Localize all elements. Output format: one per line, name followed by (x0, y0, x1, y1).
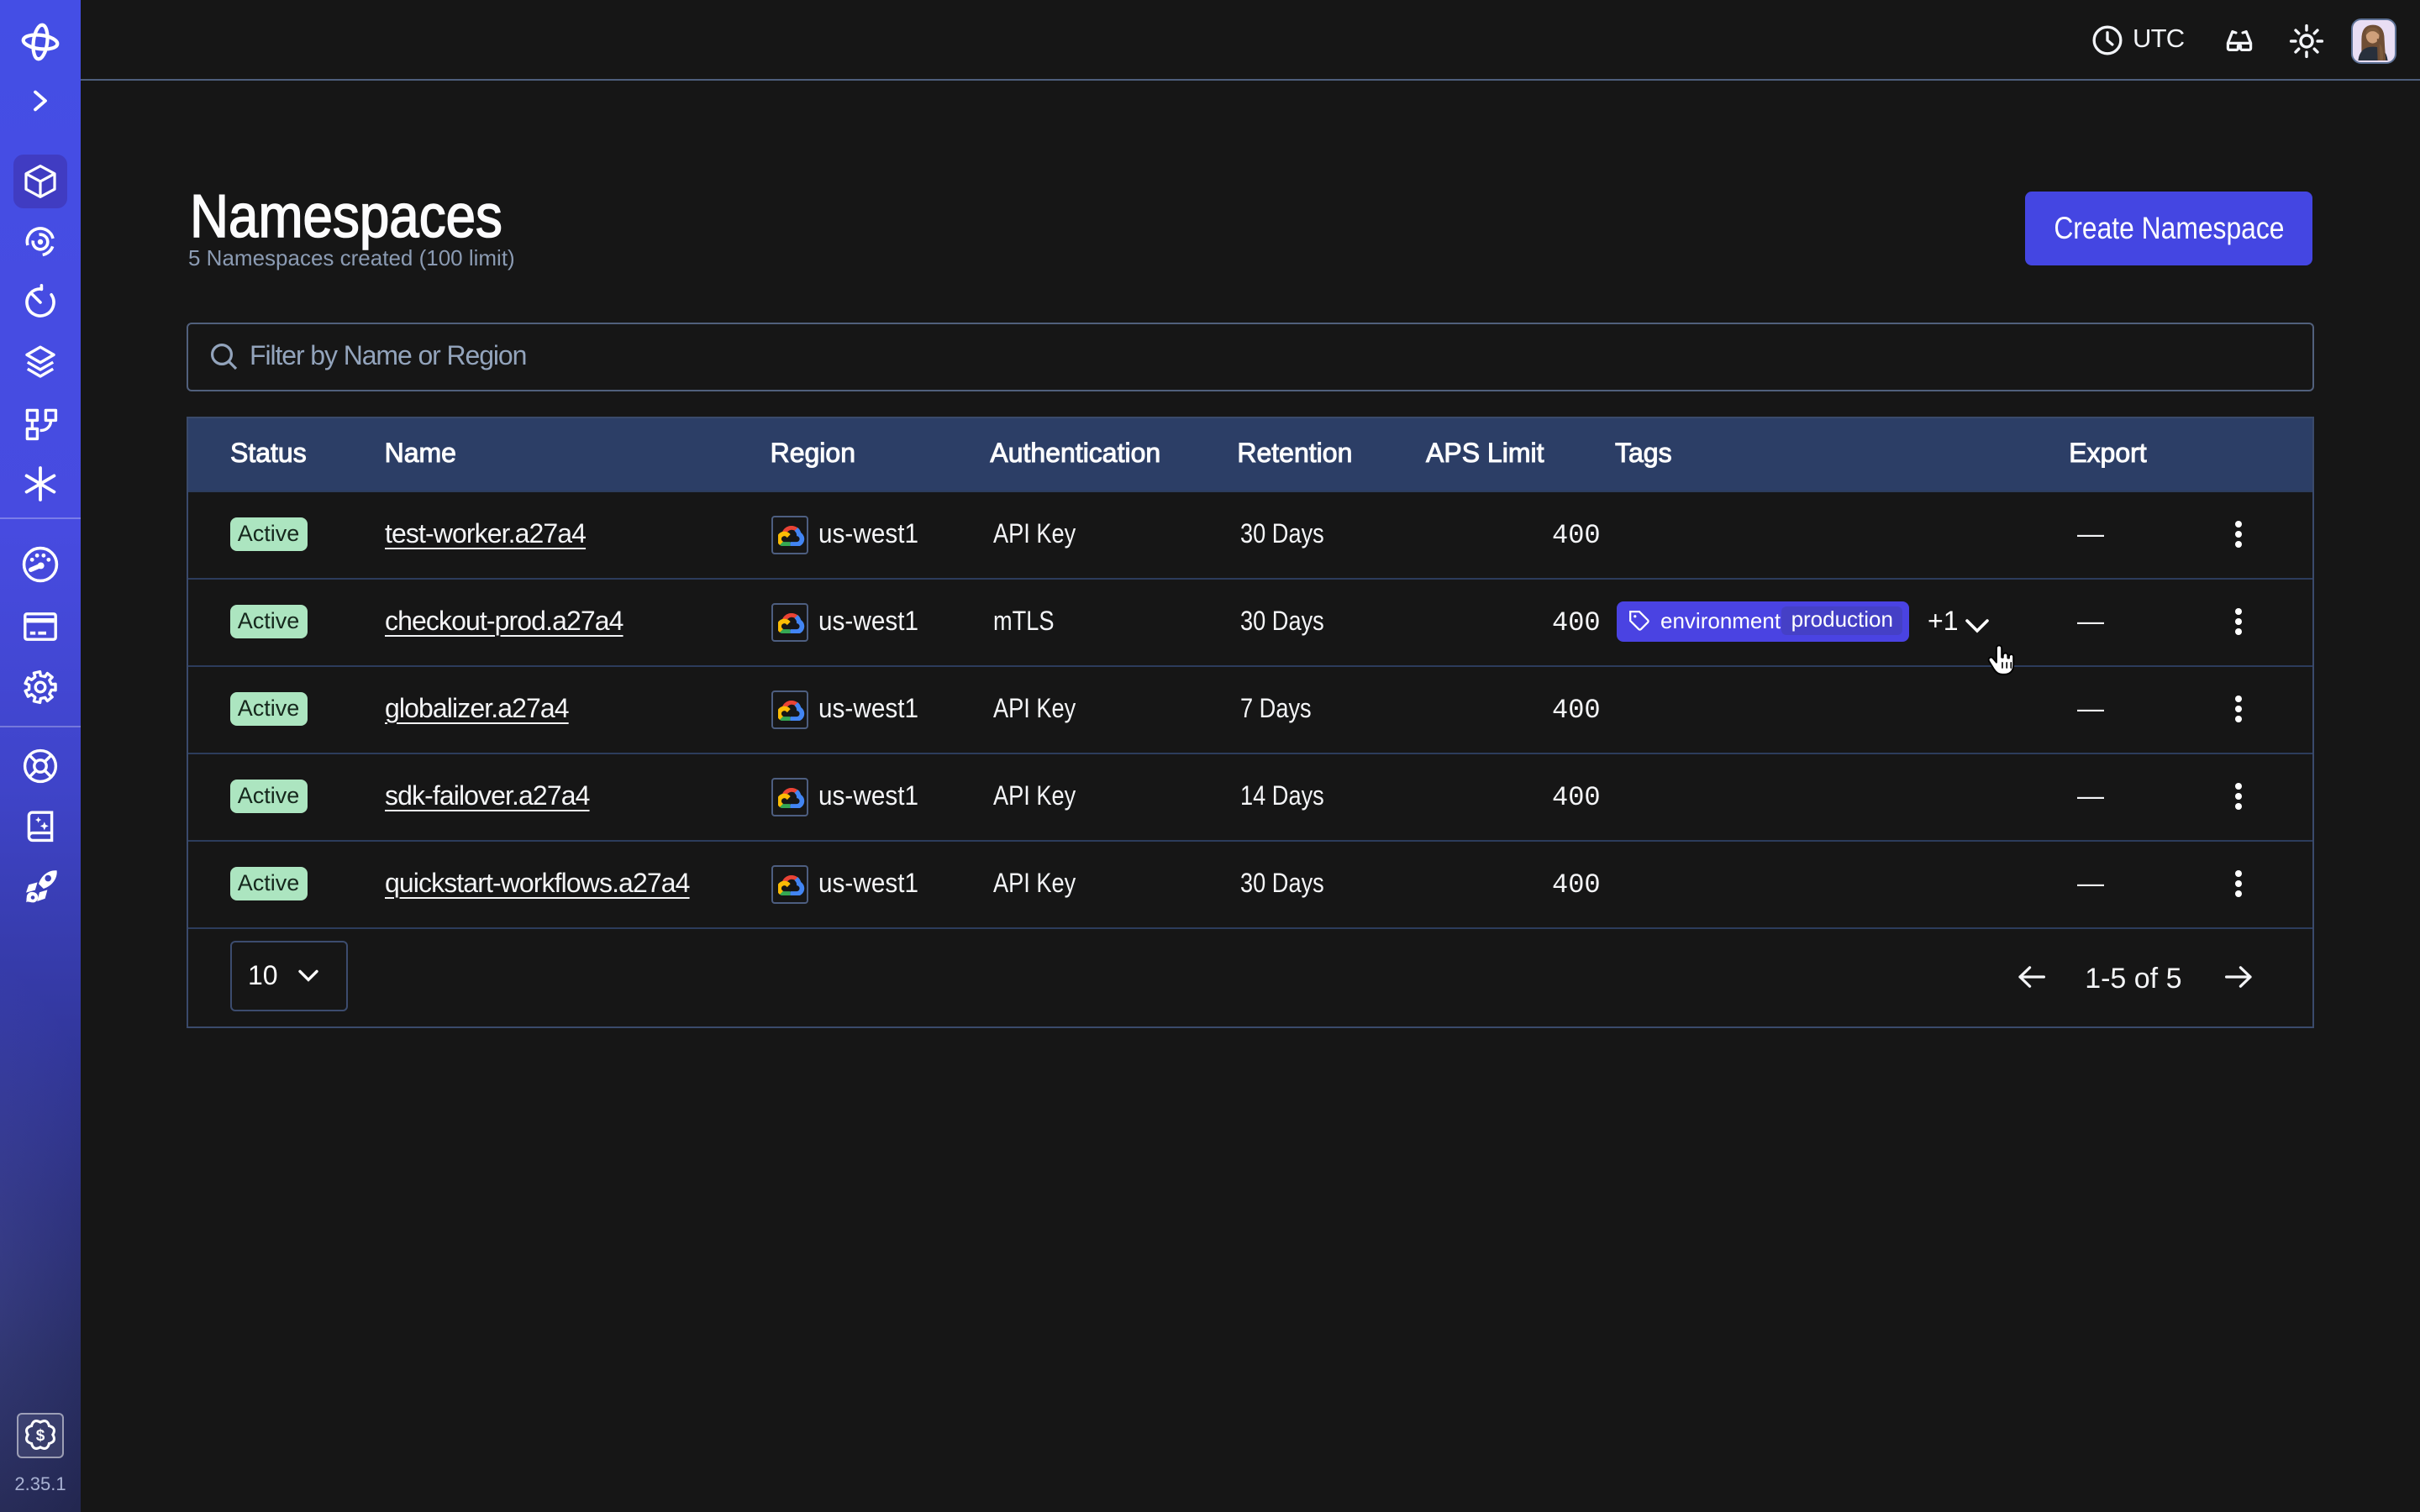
svg-text:$: $ (36, 1427, 45, 1445)
